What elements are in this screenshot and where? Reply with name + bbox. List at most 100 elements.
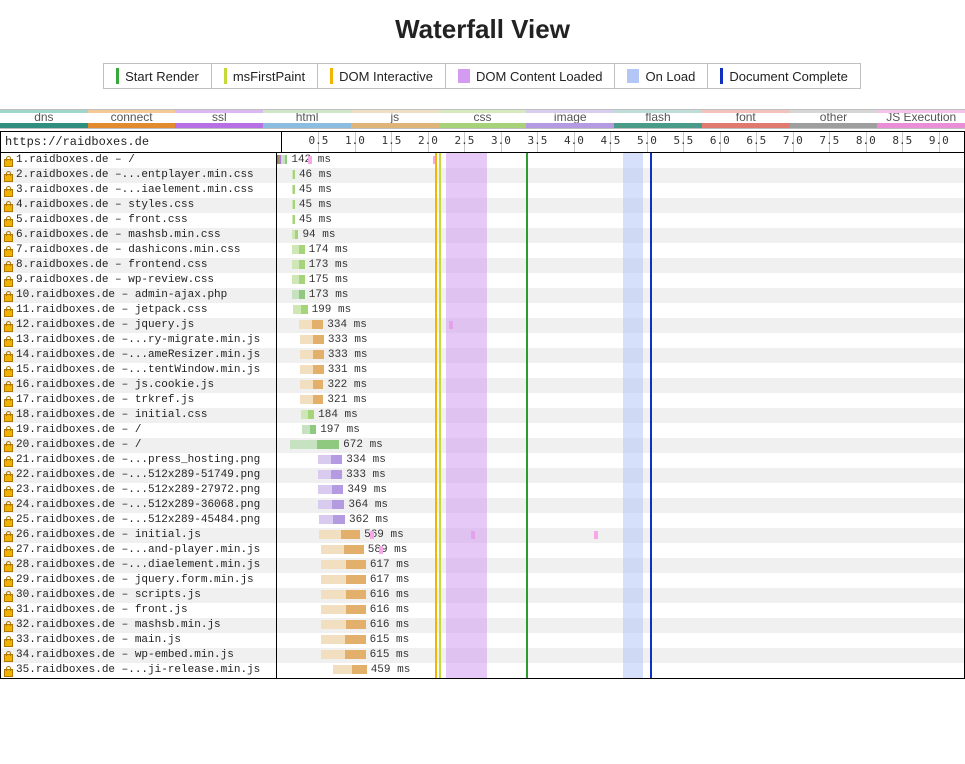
row-number: 12. (16, 318, 36, 333)
waterfall-row[interactable]: 32. raidboxes.de – mashsb.min.js 616 ms (1, 618, 964, 633)
waterfall-row[interactable]: 34. raidboxes.de – wp-embed.min.js615 ms (1, 648, 964, 663)
row-duration: 197 ms (320, 423, 360, 438)
waterfall-row[interactable]: 5. raidboxes.de – front.css45 ms (1, 213, 964, 228)
event-legend-swatch (720, 68, 723, 84)
request-wait-bar (292, 260, 299, 269)
request-wait-bar (319, 515, 334, 524)
waterfall-row[interactable]: 28. raidboxes.de –...diaelement.min.js61… (1, 558, 964, 573)
row-bars: 616 ms (277, 618, 964, 633)
row-duration: 616 ms (370, 618, 410, 633)
waterfall-row[interactable]: 31. raidboxes.de – front.js616 ms (1, 603, 964, 618)
row-duration: 615 ms (370, 633, 410, 648)
waterfall-row[interactable]: 2. raidboxes.de –...entplayer.min.css46 … (1, 168, 964, 183)
row-label: 31. raidboxes.de – front.js (1, 603, 277, 618)
row-label: 33. raidboxes.de – main.js (1, 633, 277, 648)
request-wait-bar (321, 620, 346, 629)
request-wait-bar (299, 320, 312, 329)
event-legend-swatch (224, 68, 227, 84)
lock-icon (3, 231, 13, 241)
type-legend-item: flash (614, 110, 702, 128)
lock-icon (3, 666, 13, 676)
waterfall-row[interactable]: 30. raidboxes.de – scripts.js616 ms (1, 588, 964, 603)
axis-tick-label: 6.0 (710, 134, 730, 147)
row-duration: 322 ms (327, 378, 367, 393)
waterfall-row[interactable]: 16. raidboxes.de – js.cookie.js322 ms (1, 378, 964, 393)
waterfall-row[interactable]: 13. raidboxes.de –...ry-migrate.min.js33… (1, 333, 964, 348)
row-bars: 672 ms (277, 438, 964, 453)
row-url: raidboxes.de – mashsb.min.js (36, 618, 221, 633)
request-download-bar (293, 200, 294, 209)
row-duration: 334 ms (346, 453, 386, 468)
row-url: raidboxes.de –...ji-release.min.js (36, 663, 260, 678)
row-number: 33. (16, 633, 36, 648)
request-wait-bar (292, 275, 299, 284)
waterfall-row[interactable]: 29. raidboxes.de – jquery.form.min.js617… (1, 573, 964, 588)
waterfall-row[interactable]: 15. raidboxes.de –...tentWindow.min.js33… (1, 363, 964, 378)
waterfall-row[interactable]: 20. raidboxes.de – /672 ms (1, 438, 964, 453)
row-label: 32. raidboxes.de – mashsb.min.js (1, 618, 277, 633)
waterfall-row[interactable]: 6. raidboxes.de – mashsb.min.css94 ms (1, 228, 964, 243)
waterfall-row[interactable]: 27. raidboxes.de –...and-player.min.js58… (1, 543, 964, 558)
waterfall-row[interactable]: 7. raidboxes.de – dashicons.min.css174 m… (1, 243, 964, 258)
waterfall-row[interactable]: 11. raidboxes.de – jetpack.css199 ms (1, 303, 964, 318)
row-bars: 45 ms (277, 198, 964, 213)
row-bars: 175 ms (277, 273, 964, 288)
row-duration: 174 ms (309, 243, 349, 258)
waterfall-row[interactable]: 10. raidboxes.de – admin-ajax.php173 ms (1, 288, 964, 303)
row-label: 8. raidboxes.de – frontend.css (1, 258, 277, 273)
type-legend-item: css (439, 110, 527, 128)
type-legend-item: js (351, 110, 439, 128)
waterfall-row[interactable]: 23. raidboxes.de –...512x289-27972.png34… (1, 483, 964, 498)
waterfall-row[interactable]: 1. raidboxes.de – /142 ms (1, 153, 964, 168)
lock-icon (3, 546, 13, 556)
lock-icon (3, 351, 13, 361)
waterfall-row[interactable]: 25. raidboxes.de –...512x289-45484.png36… (1, 513, 964, 528)
lock-icon (3, 456, 13, 466)
request-wait-bar (321, 590, 346, 599)
request-download-bar (346, 620, 366, 629)
row-number: 13. (16, 333, 36, 348)
waterfall-row[interactable]: 9. raidboxes.de – wp-review.css175 ms (1, 273, 964, 288)
waterfall-row[interactable]: 19. raidboxes.de – /197 ms (1, 423, 964, 438)
js-execution-mark (379, 546, 383, 554)
waterfall-row[interactable]: 35. raidboxes.de –...ji-release.min.js45… (1, 663, 964, 678)
lock-icon (3, 621, 13, 631)
row-url: raidboxes.de – frontend.css (29, 258, 207, 273)
request-download-bar (299, 290, 305, 299)
request-download-bar (313, 335, 324, 344)
waterfall-row[interactable]: 22. raidboxes.de –...512x289-51749.png33… (1, 468, 964, 483)
waterfall-row[interactable]: 26. raidboxes.de – initial.js569 ms (1, 528, 964, 543)
row-duration: 46 ms (299, 168, 332, 183)
row-bars: 142 ms (277, 153, 964, 168)
request-download-bar (293, 215, 294, 224)
waterfall-row[interactable]: 14. raidboxes.de –...ameResizer.min.js33… (1, 348, 964, 363)
waterfall-row[interactable]: 3. raidboxes.de –...iaelement.min.css45 … (1, 183, 964, 198)
waterfall-row[interactable]: 4. raidboxes.de – styles.css45 ms (1, 198, 964, 213)
waterfall-row[interactable]: 12. raidboxes.de – jquery.js334 ms (1, 318, 964, 333)
row-bars: 459 ms (277, 663, 964, 678)
row-duration: 199 ms (312, 303, 352, 318)
request-wait-bar (319, 530, 342, 539)
lock-icon (3, 516, 13, 526)
row-duration: 362 ms (349, 513, 389, 528)
axis-tick-label: 2.0 (418, 134, 438, 147)
row-url: raidboxes.de –...512x289-27972.png (36, 483, 260, 498)
waterfall-row[interactable]: 33. raidboxes.de – main.js 615 ms (1, 633, 964, 648)
waterfall-grid: https://raidboxes.de 0.51.01.52.02.53.03… (0, 131, 965, 679)
waterfall-row[interactable]: 24. raidboxes.de –...512x289-36068.png36… (1, 498, 964, 513)
lock-icon (3, 276, 13, 286)
row-number: 14. (16, 348, 36, 363)
waterfall-row[interactable]: 17. raidboxes.de – trkref.js321 ms (1, 393, 964, 408)
waterfall-row[interactable]: 21. raidboxes.de –...press_hosting.png33… (1, 453, 964, 468)
lock-icon (3, 216, 13, 226)
row-label: 9. raidboxes.de – wp-review.css (1, 273, 277, 288)
row-number: 27. (16, 543, 36, 558)
lock-icon (3, 306, 13, 316)
request-download-bar (308, 410, 314, 419)
row-bars: 199 ms (277, 303, 964, 318)
lock-icon (3, 396, 13, 406)
waterfall-row[interactable]: 8. raidboxes.de – frontend.css173 ms (1, 258, 964, 273)
waterfall-row[interactable]: 18. raidboxes.de – initial.css184 ms (1, 408, 964, 423)
request-download-bar (331, 470, 342, 479)
request-download-bar (312, 320, 323, 329)
